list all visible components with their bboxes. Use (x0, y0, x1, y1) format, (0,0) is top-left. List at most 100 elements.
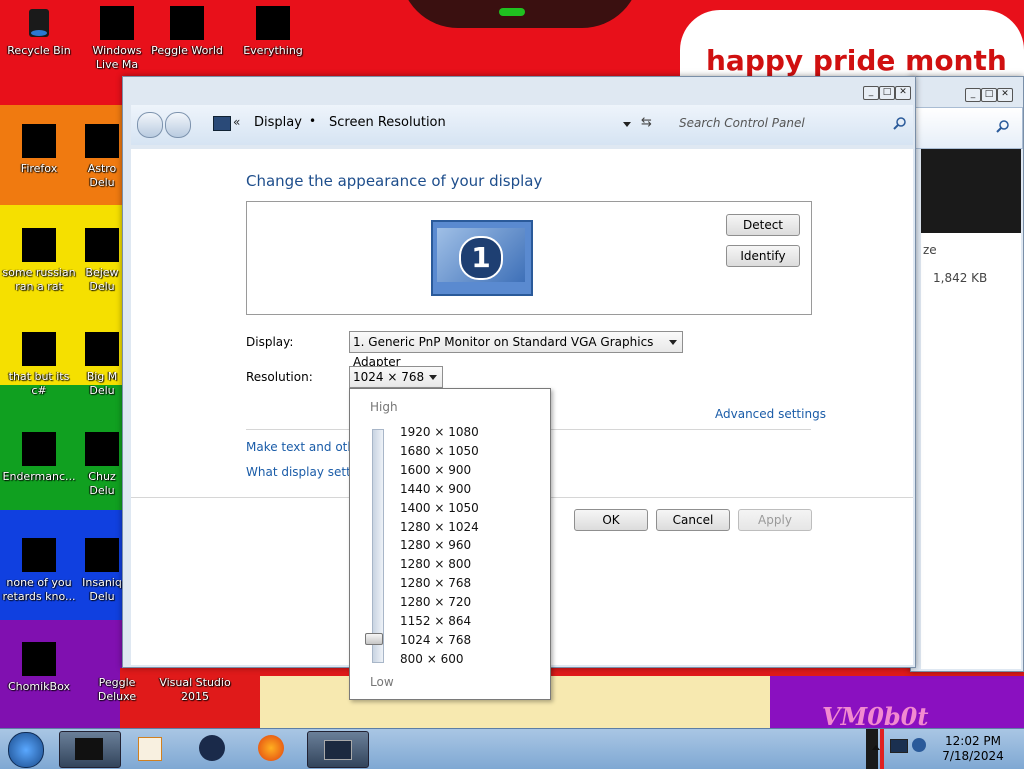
identify-button[interactable]: Identify (726, 245, 800, 267)
volume-icon[interactable] (912, 738, 926, 752)
desktop-icon-insaniquarium[interactable]: Insaniq Delu (80, 538, 124, 604)
desktop-icon-russian-rat[interactable]: some russian ran a rat (2, 228, 76, 294)
file-size: 1,842 KB (933, 271, 988, 285)
detect-button[interactable]: Detect (726, 214, 800, 236)
chevron-down-icon (429, 375, 437, 380)
desktop-icon-bejeweled[interactable]: Bejew Delu (80, 228, 124, 294)
redacted-icon (100, 6, 134, 40)
minimize-button[interactable]: _ (965, 88, 981, 102)
tray-expand-icon[interactable] (872, 745, 880, 750)
resolution-option[interactable]: 1280 × 720 (400, 595, 471, 609)
breadcrumb-root-chevron[interactable]: « (233, 115, 240, 129)
resolution-option[interactable]: 1280 × 768 (400, 576, 471, 590)
redacted-icon (22, 124, 56, 158)
resolution-option[interactable]: 1152 × 864 (400, 614, 471, 628)
display-select[interactable]: 1. Generic PnP Monitor on Standard VGA G… (349, 331, 683, 369)
desktop-icon-peggle-deluxe[interactable]: Peggle Deluxe (80, 676, 154, 704)
desktop-icon-label: Windows Live Ma (92, 44, 142, 71)
desktop-icon-label: Big M Delu (86, 370, 118, 397)
desktop-icon-csharp[interactable]: that but its c# (2, 332, 76, 398)
resolution-option[interactable]: 1680 × 1050 (400, 444, 479, 458)
desktop-icon-everything[interactable]: Everything (236, 6, 310, 58)
redacted-icon (85, 124, 119, 158)
advanced-settings-link[interactable]: Advanced settings (715, 407, 826, 421)
desktop-icon-label: Bejew Delu (85, 266, 119, 293)
desktop-icon-chuzzle[interactable]: Chuz Delu (80, 432, 124, 498)
desktop-icon-big-money[interactable]: Big M Delu (80, 332, 124, 398)
resolution-option[interactable]: 800 × 600 (400, 652, 464, 666)
ok-button[interactable]: OK (574, 509, 648, 531)
taskbar-app-1[interactable] (59, 731, 121, 768)
desktop-icon-firefox[interactable]: Firefox (2, 124, 76, 176)
taskbar: 12:02 PM 7/18/2024 (0, 728, 1024, 769)
display-icon (324, 740, 352, 760)
taskbar-app-2[interactable] (120, 731, 180, 766)
taskbar-app-3[interactable] (183, 731, 243, 766)
redacted-icon (85, 432, 119, 466)
resolution-select[interactable]: 1024 × 768 (349, 366, 443, 388)
forward-button[interactable] (165, 112, 191, 138)
taskbar-display-settings[interactable] (307, 731, 369, 768)
redacted-icon (22, 228, 56, 262)
address-dropdown-arrow-icon[interactable] (623, 122, 631, 127)
minimize-button[interactable]: _ (863, 86, 879, 100)
maximize-button[interactable]: □ (981, 88, 997, 102)
desktop-icon-windows-live[interactable]: Windows Live Ma (80, 6, 154, 72)
desktop-icon-chomikbox[interactable]: ChomikBox (2, 642, 76, 694)
resolution-slider-track[interactable] (372, 429, 384, 663)
wallpaper-green-lights (499, 8, 525, 16)
desktop-icon-recycle-bin[interactable]: Recycle Bin (2, 6, 76, 58)
redacted-icon (85, 228, 119, 262)
resolution-dropdown[interactable]: High Low 1920 × 1080 1680 × 1050 1600 × 90… (349, 388, 551, 700)
clock-date: 7/18/2024 (942, 749, 1004, 763)
maximize-button[interactable]: □ (879, 86, 895, 100)
apply-button[interactable]: Apply (738, 509, 812, 531)
desktop-icon-enderman[interactable]: Endermanc... (2, 432, 76, 484)
back-button[interactable] (137, 112, 163, 138)
resolution-option[interactable]: 1440 × 900 (400, 482, 471, 496)
resolution-slider-thumb[interactable] (365, 633, 383, 645)
resolution-option[interactable]: 1280 × 1024 (400, 520, 479, 534)
redacted-icon (256, 6, 290, 40)
desktop-icon-visual-studio[interactable]: Visual Studio 2015 (158, 676, 232, 704)
dropdown-low-label: Low (370, 675, 394, 689)
resolution-label: Resolution: (246, 370, 313, 384)
desktop-icon-none-of-you[interactable]: none of you retards kno... (2, 538, 76, 604)
network-icon[interactable] (890, 739, 908, 753)
desktop-icon-peggle-world[interactable]: Peggle World (150, 6, 224, 58)
close-button[interactable]: ✕ (997, 88, 1013, 102)
breadcrumb-display[interactable]: Display (254, 115, 302, 130)
desktop-icon-label: Peggle World (151, 44, 223, 57)
resolution-option[interactable]: 1920 × 1080 (400, 425, 479, 439)
resolution-option[interactable]: 1400 × 1050 (400, 501, 479, 515)
desktop-icon-label: Astro Delu (87, 162, 117, 189)
redacted-icon (22, 432, 56, 466)
search-icon[interactable] (893, 117, 907, 131)
resolution-option[interactable]: 1280 × 800 (400, 557, 471, 571)
resolution-option[interactable]: 1600 × 900 (400, 463, 471, 477)
redacted-icon (85, 332, 119, 366)
wallpaper-watermark: VM0b0t (822, 702, 929, 731)
resolution-option[interactable]: 1280 × 960 (400, 538, 471, 552)
desktop-icon-label: Endermanc... (2, 470, 76, 483)
monitor-preview-panel: 1 Detect Identify (246, 201, 812, 315)
refresh-icon[interactable]: ⇆ (641, 115, 652, 130)
background-window[interactable]: _ □ ✕ ze 1,842 KB (910, 76, 1024, 672)
cancel-button[interactable]: Cancel (656, 509, 730, 531)
taskbar-firefox[interactable] (242, 731, 302, 766)
clock[interactable]: 12:02 PM 7/18/2024 (938, 734, 1008, 764)
search-input[interactable]: Search Control Panel (679, 116, 805, 130)
desktop-icon-astro[interactable]: Astro Delu (80, 124, 124, 190)
breadcrumb-separator: • (309, 114, 317, 128)
desktop-icon-label: that but its c# (8, 370, 70, 397)
thumbnail-strip (921, 149, 1021, 233)
desktop-icon-label: Insaniq Delu (82, 576, 122, 603)
monitor-1-preview[interactable]: 1 (431, 220, 533, 296)
breadcrumb-screen-resolution[interactable]: Screen Resolution (329, 115, 446, 130)
start-button[interactable] (8, 732, 44, 768)
firefox-icon (258, 735, 284, 761)
display-select-value: 1. Generic PnP Monitor on Standard VGA G… (353, 335, 654, 369)
resolution-option[interactable]: 1024 × 768 (400, 633, 471, 647)
search-icon[interactable] (996, 120, 1010, 134)
close-button[interactable]: ✕ (895, 86, 911, 100)
